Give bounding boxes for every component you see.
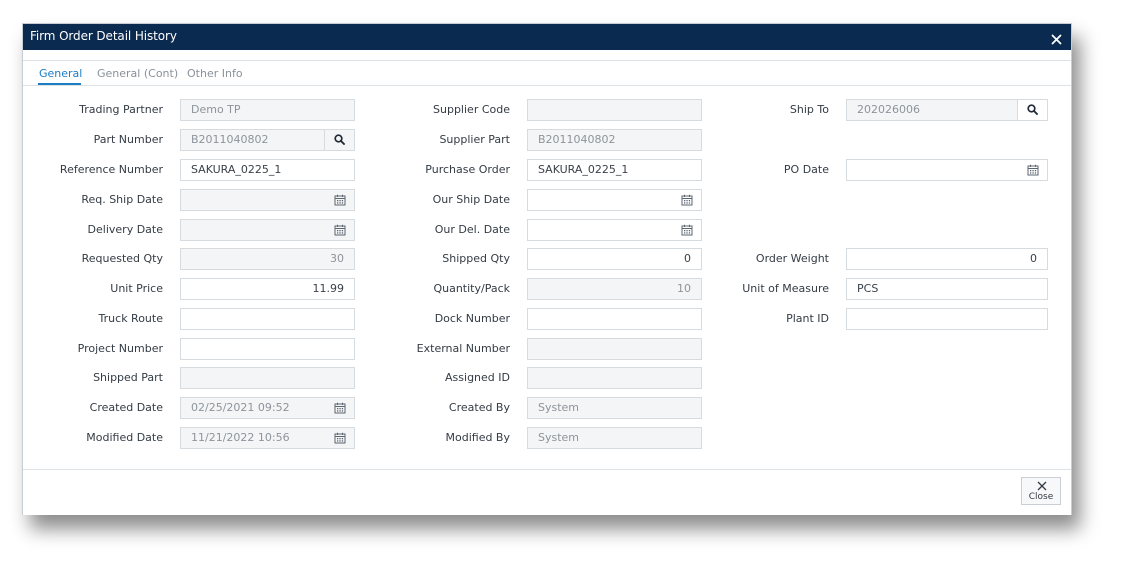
dialog-footer: Close xyxy=(23,469,1071,515)
created-by-label: Created By xyxy=(448,401,510,414)
close-icon xyxy=(1037,481,1047,491)
calendar-icon xyxy=(1027,164,1039,176)
modified-date-label: Modified Date xyxy=(86,431,163,444)
close-icon[interactable] xyxy=(1051,30,1062,45)
our-ship-date-label: Our Ship Date xyxy=(432,193,510,206)
assigned-id-field xyxy=(527,367,702,389)
search-icon xyxy=(1027,104,1038,115)
unit-of-measure-label: Unit of Measure xyxy=(742,282,829,295)
quantity-pack-label: Quantity/Pack xyxy=(433,282,510,295)
order-weight-label: Order Weight xyxy=(755,252,829,265)
trading-partner-label: Trading Partner xyxy=(79,103,163,116)
supplier-part-field: B2011040802 xyxy=(527,129,702,151)
firm-order-detail-dialog: Firm Order Detail History General Genera… xyxy=(22,23,1072,515)
dialog-title: Firm Order Detail History xyxy=(30,29,177,43)
requested-qty-label: Requested Qty xyxy=(81,252,163,265)
calendar-icon xyxy=(681,224,693,236)
project-number-label: Project Number xyxy=(77,342,163,355)
our-del-date-label: Our Del. Date xyxy=(434,223,510,236)
part-number-label: Part Number xyxy=(93,133,163,146)
close-button-label: Close xyxy=(1028,492,1054,502)
assigned-id-label: Assigned ID xyxy=(445,371,510,384)
our-ship-date-input[interactable] xyxy=(527,189,702,211)
ship-to-search-button[interactable] xyxy=(1017,100,1047,120)
dock-number-label: Dock Number xyxy=(434,312,510,325)
active-tab-indicator xyxy=(38,83,81,85)
plant-id-input[interactable] xyxy=(846,308,1048,330)
plant-id-label: Plant ID xyxy=(786,312,829,325)
truck-route-label: Truck Route xyxy=(98,312,163,325)
reference-number-label: Reference Number xyxy=(59,163,163,176)
delivery-date-label: Delivery Date xyxy=(87,223,163,236)
dialog-title-bar: Firm Order Detail History xyxy=(23,24,1071,50)
external-number-field xyxy=(527,338,702,360)
po-date-label: PO Date xyxy=(783,163,829,176)
ship-to-field: 202026006 xyxy=(846,99,1048,121)
order-weight-input[interactable]: 0 xyxy=(846,248,1048,270)
ship-to-label: Ship To xyxy=(789,103,829,116)
our-del-date-input[interactable] xyxy=(527,219,702,241)
unit-price-label: Unit Price xyxy=(110,282,163,295)
tab-other-info[interactable]: Other Info xyxy=(187,67,243,80)
our-ship-date-calendar-button[interactable] xyxy=(672,190,701,210)
supplier-code-label: Supplier Code xyxy=(433,103,510,116)
our-del-date-calendar-button[interactable] xyxy=(672,220,701,240)
close-button[interactable]: Close xyxy=(1021,477,1061,505)
modified-by-label: Modified By xyxy=(445,431,511,444)
shipped-qty-label: Shipped Qty xyxy=(442,252,510,265)
shipped-part-label: Shipped Part xyxy=(93,371,163,384)
modified-by-field: System xyxy=(527,427,702,449)
tab-bar: General General (Cont) Other Info xyxy=(23,60,1071,86)
created-date-label: Created Date xyxy=(89,401,163,414)
po-date-input[interactable] xyxy=(846,159,1048,181)
calendar-icon xyxy=(681,194,693,206)
purchase-order-label: Purchase Order xyxy=(425,163,510,176)
supplier-part-label: Supplier Part xyxy=(439,133,510,146)
created-by-field: System xyxy=(527,397,702,419)
unit-of-measure-input[interactable]: PCS xyxy=(846,278,1048,300)
external-number-label: External Number xyxy=(416,342,510,355)
tab-general-cont[interactable]: General (Cont) xyxy=(97,67,178,80)
po-date-calendar-button[interactable] xyxy=(1018,160,1047,180)
req-ship-date-label: Req. Ship Date xyxy=(81,193,163,206)
tab-general[interactable]: General xyxy=(39,67,82,80)
